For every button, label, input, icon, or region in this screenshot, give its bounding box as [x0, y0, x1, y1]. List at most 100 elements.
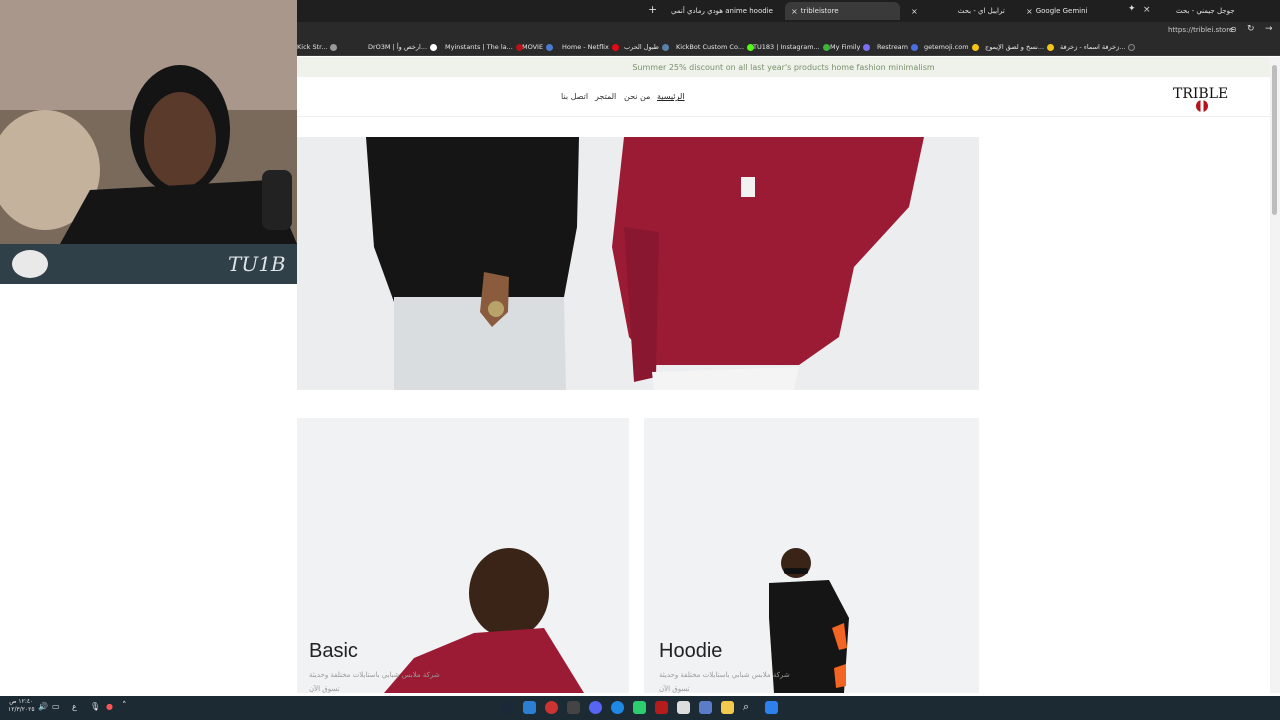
new-tab-icon[interactable]: +	[648, 3, 657, 16]
app-icon[interactable]	[699, 701, 712, 714]
bookmark-item[interactable]: زخرفة اسماء - زخرفة...	[1060, 43, 1136, 51]
steam-icon[interactable]	[500, 701, 513, 714]
bookmark-label: Kick Str...	[297, 43, 328, 51]
discord-icon[interactable]	[589, 701, 602, 714]
bookmark-item[interactable]: MOVIE	[522, 43, 554, 51]
bookmark-item[interactable]: Myinstants | The la...	[445, 43, 523, 51]
search-icon[interactable]: ⌕	[743, 700, 749, 714]
site-header: الرئيسية من نحن المتجر اتصل بنا TRIBLE	[297, 77, 1270, 117]
nav-contact[interactable]: اتصل بنا	[561, 92, 588, 101]
webcam-banner: TU1B	[0, 244, 297, 284]
clock-date: ١٢/٣/٢٠٢٥	[8, 706, 35, 713]
tab-google-gemini[interactable]: × Google Gemini	[1020, 2, 1130, 20]
bookmark-label: TU183 | Instagram...	[753, 43, 820, 51]
bookmark-label: Restream	[877, 43, 909, 51]
close-icon[interactable]: ×	[911, 7, 918, 16]
record-icon[interactable]: ●	[106, 702, 113, 711]
tab-label: هودي رمادي أنمي anime hoodie	[671, 7, 773, 15]
webcam-feed	[0, 0, 297, 284]
bookmark-item[interactable]: Restream	[877, 43, 919, 51]
bookmark-label: KickBot Custom Co...	[676, 43, 745, 51]
emoji-icon	[1047, 43, 1055, 51]
bookmark-item[interactable]: getemoji.com	[924, 43, 979, 51]
clock[interactable]: ١٢:٤٠ ص ١٢/٣/٢٠٢٥	[8, 698, 35, 714]
bookmark-label: نسخ و لصق الإيموج...	[985, 43, 1045, 51]
tab-label: ترايبل اي - بحث	[957, 7, 1005, 15]
netflix-icon	[611, 43, 619, 51]
bookmark-label: زخرفة اسماء - زخرفة...	[1060, 43, 1126, 51]
site-logo[interactable]: TRIBLE	[1172, 85, 1232, 113]
nav-home[interactable]: الرئيسية	[657, 92, 685, 101]
family-icon	[863, 43, 871, 51]
bookmark-item[interactable]: طبول الحرب	[624, 43, 669, 51]
bookmark-icon	[661, 43, 669, 51]
card-shop-link[interactable]: تسوق الآن	[659, 685, 690, 693]
category-card-hoodie[interactable]: Hoodie شركة ملابس شبابي باستايلات مختلفة…	[644, 418, 979, 693]
nav-about[interactable]: من نحن	[624, 92, 650, 101]
forward-icon[interactable]: →	[1265, 24, 1273, 34]
bookmark-label: My Fimily	[830, 43, 861, 51]
webpage: Summer 25% discount on all last year's p…	[297, 57, 1270, 693]
tab-anime-hoodie[interactable]: هودي رمادي أنمي anime hoodie	[665, 2, 780, 20]
close-icon[interactable]: ×	[1026, 7, 1033, 16]
close-icon[interactable]: ×	[791, 7, 798, 16]
bookmark-label: Home - Netflix	[562, 43, 609, 51]
url-field[interactable]: https://triblei.store	[1168, 26, 1233, 34]
bookmark-item[interactable]: TU183 | Instagram...	[753, 43, 830, 51]
calendar-icon[interactable]	[677, 701, 690, 714]
card-title: Basic	[309, 640, 358, 662]
app-icon[interactable]	[633, 701, 646, 714]
hero-banner[interactable]	[297, 137, 979, 390]
globe-icon	[330, 43, 338, 51]
volume-icon[interactable]: 🔊	[38, 702, 48, 711]
scrollbar-thumb[interactable]	[1272, 65, 1277, 215]
logo-mark: TRIBLE	[1173, 86, 1228, 113]
tab-gemini-search[interactable]: جوجل جيمني - بحث	[1170, 2, 1270, 20]
obs-icon[interactable]	[545, 701, 558, 714]
network-icon[interactable]: ▭	[52, 702, 60, 711]
announcement-text: Summer 25% discount on all last year's p…	[632, 62, 935, 72]
bookmark-item[interactable]: DrO3M | ارخص وأ...	[368, 43, 438, 51]
tab-label: Google Gemini	[1035, 7, 1088, 15]
close-icon[interactable]: ×	[1143, 5, 1151, 15]
chevron-up-icon[interactable]: ˄	[122, 701, 127, 711]
mic-icon[interactable]: 🎙	[90, 702, 100, 711]
tab-label: tribleistore	[800, 7, 839, 15]
emoji-icon	[971, 43, 979, 51]
edge-icon[interactable]	[611, 701, 624, 714]
clock-time: ١٢:٤٠ ص	[9, 698, 34, 705]
bookmark-item[interactable]: نسخ و لصق الإيموج...	[985, 43, 1055, 51]
lock-icon[interactable]: ⊝	[1230, 25, 1237, 34]
bookmark-item[interactable]: KickBot Custom Co...	[676, 43, 755, 51]
tab-label: جوجل جيمني - بحث	[1176, 7, 1235, 15]
tab-triblei-store[interactable]: × tribleistore	[785, 2, 900, 20]
announcement-bar: Summer 25% discount on all last year's p…	[297, 57, 1270, 77]
nav-store[interactable]: المتجر	[595, 92, 616, 101]
card-subtitle: شركة ملابس شبابي باستايلات مختلفة وحديثة	[659, 671, 790, 679]
hero-photo	[297, 137, 979, 390]
e-icon	[1128, 43, 1136, 51]
bookmark-item[interactable]: Home - Netflix	[562, 43, 619, 51]
logo-text: TRIBLE	[1173, 86, 1228, 102]
bookmark-item[interactable]: Kick Str...	[297, 43, 338, 51]
language-indicator[interactable]: ع	[72, 702, 77, 711]
bowl-logo-icon	[12, 250, 48, 278]
page-scrollbar[interactable]	[1270, 57, 1280, 693]
windows-start-icon[interactable]	[765, 701, 778, 714]
app-icon[interactable]	[655, 701, 668, 714]
reload-icon[interactable]: ↻	[1247, 24, 1255, 34]
bookmark-label: MOVIE	[522, 43, 544, 51]
restream-icon	[911, 43, 919, 51]
card-subtitle: شركة ملابس شبابي باستايلات مختلفة وحديثة	[309, 671, 440, 679]
tab-trible-search[interactable]: × ترايبل اي - بحث	[905, 2, 1020, 20]
card-shop-link[interactable]: تسوق الآن	[309, 685, 340, 693]
bookmark-label: getemoji.com	[924, 43, 969, 51]
shield-icon	[546, 43, 554, 51]
category-card-basic[interactable]: Basic شركة ملابس شبابي باستايلات مختلفة …	[297, 418, 629, 693]
folder-icon[interactable]	[721, 701, 734, 714]
instagram-icon	[822, 43, 830, 51]
app-icon[interactable]	[523, 701, 536, 714]
card-title: Hoodie	[659, 640, 723, 662]
xbox-icon[interactable]	[567, 701, 580, 714]
bookmark-item[interactable]: My Fimily	[830, 43, 871, 51]
